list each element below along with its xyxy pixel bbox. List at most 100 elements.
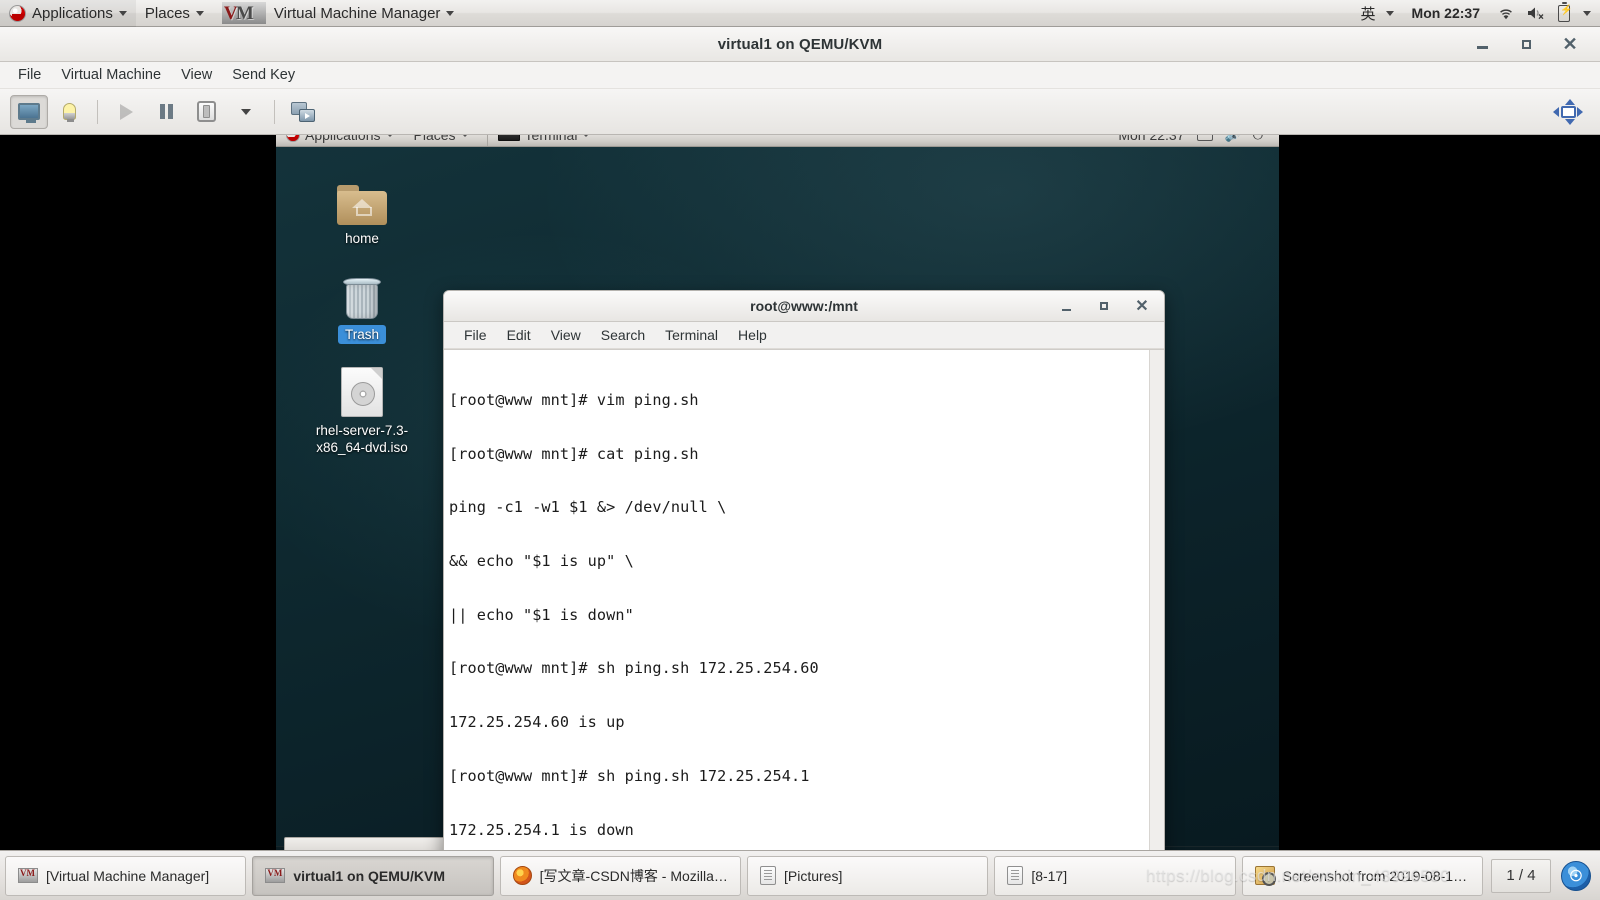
- terminal-line: && echo "$1 is up" \: [449, 551, 634, 570]
- terminal-menu-file[interactable]: File: [454, 324, 497, 346]
- vmm-toolbar: [0, 88, 1600, 135]
- guest-panel-status: Mon 22:37 🔊 ⏻: [1118, 135, 1279, 146]
- terminal-line: 172.25.254.1 is down: [449, 820, 634, 839]
- guest-power-icon: ⏻: [1253, 135, 1263, 143]
- menu-virtual-machine[interactable]: Virtual Machine: [51, 64, 171, 86]
- taskbar-item-virtual1[interactable]: virtual1 on QEMU/KVM: [252, 855, 494, 896]
- terminal-output: [root@www mnt]# vim ping.sh [root@www mn…: [444, 350, 1149, 850]
- file-manager-icon: [759, 866, 776, 885]
- wifi-icon: [1500, 9, 1512, 19]
- desktop-icon-trash-label: Trash: [337, 325, 386, 344]
- trash-icon: [306, 270, 418, 320]
- terminal-menu-edit[interactable]: Edit: [497, 324, 541, 346]
- places-menu-label: Places: [144, 4, 190, 22]
- taskbar-item-8-17[interactable]: [8-17]: [994, 855, 1236, 896]
- places-menu[interactable]: Places: [136, 0, 213, 27]
- input-method-indicator[interactable]: 英: [1348, 0, 1403, 27]
- terminal-line: [root@www mnt]# cat ping.sh: [449, 444, 699, 463]
- workspace-indicator-label: 1 / 4: [1506, 867, 1536, 884]
- guest-applications-menu[interactable]: Applications: [276, 135, 404, 146]
- terminal-menu-terminal[interactable]: Terminal: [655, 324, 728, 346]
- vmm-window-title: virtual1 on QEMU/KVM: [717, 35, 883, 53]
- power-icon: [196, 101, 216, 122]
- terminal-menubar: File Edit View Search Terminal Help: [444, 322, 1164, 349]
- terminal-scrollbar[interactable]: [1149, 350, 1164, 850]
- chevron-down-icon: [1385, 10, 1394, 16]
- clock[interactable]: Mon 22:37: [1403, 0, 1489, 27]
- snapshots-button[interactable]: [284, 95, 322, 129]
- input-method-label: 英: [1360, 5, 1376, 23]
- close-icon[interactable]: ✕: [1134, 298, 1150, 315]
- chevron-down-icon: [582, 135, 591, 137]
- battery-charging-icon: [1558, 2, 1572, 22]
- chevron-down-icon: [1583, 10, 1591, 16]
- desktop-icon-iso-label: rhel-server-7.3-x86_64-dvd.iso: [315, 423, 409, 455]
- guest-places-menu[interactable]: Places: [404, 135, 479, 146]
- guest-clock-label: Mon 22:37: [1118, 135, 1185, 143]
- vmm-titlebar: virtual1 on QEMU/KVM ✕: [0, 27, 1600, 62]
- pause-button[interactable]: [147, 95, 185, 129]
- terminal-menu-help[interactable]: Help: [728, 324, 777, 346]
- vm-console-viewport[interactable]: Applications Places Terminal Mon 22:37 🔊: [0, 135, 1600, 850]
- taskbar-item-screenshot[interactable]: Screenshot from 2019-08-17 ...: [1241, 855, 1483, 896]
- applications-menu[interactable]: Applications: [0, 0, 136, 27]
- terminal-menu-search[interactable]: Search: [591, 324, 655, 346]
- menu-send-key[interactable]: Send Key: [222, 64, 305, 86]
- desktop-icon-home[interactable]: home: [306, 175, 418, 247]
- workspace-indicator[interactable]: 1 / 4: [1490, 858, 1551, 893]
- taskbar-item-firefox[interactable]: [写文章-CSDN博客 - Mozilla Fir...: [499, 855, 741, 896]
- vmm-logo-icon: VM: [221, 2, 266, 24]
- virtual-machine-manager-window: virtual1 on QEMU/KVM ✕ File Virtual Mach…: [0, 27, 1600, 850]
- console-view-button[interactable]: [10, 94, 48, 129]
- menu-file[interactable]: File: [8, 64, 51, 86]
- chevron-down-icon: [118, 10, 127, 16]
- close-icon[interactable]: ✕: [1562, 34, 1578, 54]
- fullscreen-button[interactable]: [1546, 95, 1590, 129]
- home-folder-icon: [306, 175, 418, 225]
- maximize-icon[interactable]: [1096, 298, 1112, 314]
- show-desktop-icon[interactable]: ☉: [1560, 860, 1591, 891]
- terminal-titlebar: root@www:/mnt ✕: [444, 291, 1164, 322]
- taskbar-item-vmm[interactable]: [Virtual Machine Manager]: [5, 855, 247, 896]
- system-status-menu[interactable]: [1489, 0, 1600, 27]
- play-icon: [119, 103, 133, 120]
- shutdown-button[interactable]: [187, 95, 225, 129]
- terminal-menu-view[interactable]: View: [541, 324, 591, 346]
- applications-menu-label: Applications: [32, 4, 113, 22]
- run-button: [107, 95, 145, 129]
- taskbar-item-label: [8-17]: [1031, 867, 1068, 884]
- clock-label: Mon 22:37: [1411, 5, 1480, 21]
- vmm-icon: [265, 868, 286, 883]
- iso-disc-icon: [306, 367, 418, 417]
- vmm-icon: [18, 868, 38, 883]
- chevron-down-icon: [385, 135, 394, 137]
- desktop-icon-trash[interactable]: Trash: [306, 270, 418, 344]
- toolbar-separator: [97, 99, 98, 124]
- menu-view[interactable]: View: [171, 64, 222, 86]
- terminal-line: 172.25.254.60 is up: [449, 713, 625, 732]
- desktop-icon-home-label: home: [345, 231, 379, 246]
- screens-icon: [291, 101, 315, 122]
- terminal-screen[interactable]: [root@www mnt]# vim ping.sh [root@www mn…: [444, 349, 1164, 850]
- speaker-muted-icon: [1528, 7, 1544, 20]
- guest-applications-label: Applications: [305, 135, 381, 143]
- host-top-panel: Applications Places VM Virtual Machine M…: [0, 0, 1600, 27]
- screenshot-icon: [1254, 866, 1276, 886]
- minimize-icon[interactable]: [1474, 36, 1490, 52]
- taskbar-item-pictures[interactable]: [Pictures]: [746, 855, 989, 896]
- guest-window-menu-terminal[interactable]: Terminal: [486, 135, 601, 146]
- shutdown-options-button[interactable]: [227, 95, 265, 129]
- vmm-window-controls: ✕: [1474, 34, 1600, 54]
- show-details-button[interactable]: [50, 95, 88, 129]
- vmm-window-menu[interactable]: VM Virtual Machine Manager: [213, 0, 463, 27]
- terminal-line: ping -c1 -w1 $1 &> /dev/null \: [449, 498, 727, 517]
- desktop-icon-iso[interactable]: rhel-server-7.3-x86_64-dvd.iso: [306, 367, 418, 456]
- minimize-icon[interactable]: [1058, 298, 1074, 314]
- terminal-window[interactable]: root@www:/mnt ✕ File Edit View Search Te…: [443, 290, 1165, 850]
- firefox-icon: [512, 866, 532, 885]
- taskbar-item-label: [写文章-CSDN博客 - Mozilla Fir...: [539, 867, 728, 884]
- guest-terminal-label: Terminal: [524, 135, 578, 143]
- maximize-icon[interactable]: [1518, 36, 1534, 52]
- guest-display-icon: [1196, 135, 1213, 141]
- terminal-icon: [497, 135, 520, 141]
